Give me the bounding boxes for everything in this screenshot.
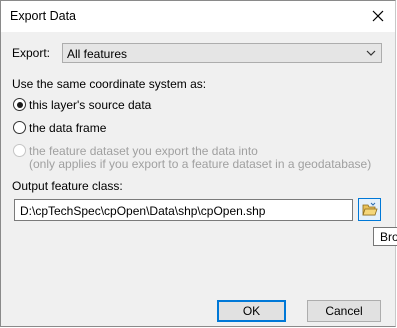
close-icon [372, 10, 384, 22]
chevron-down-icon [366, 50, 376, 56]
cancel-button[interactable]: Cancel [307, 300, 381, 322]
radio-data-frame[interactable] [13, 121, 26, 134]
radio-source-data-label[interactable]: this layer's source data [29, 98, 151, 112]
radio-feature-dataset-note: (only applies if you export to a feature… [29, 157, 372, 171]
coordinate-system-label: Use the same coordinate system as: [12, 77, 207, 91]
close-button[interactable] [361, 1, 395, 32]
open-folder-icon [362, 202, 378, 216]
export-data-dialog: Export Data Export: All features Use the… [0, 0, 396, 327]
output-feature-class-label: Output feature class: [12, 179, 123, 193]
browse-tooltip: Bro [373, 227, 397, 246]
title-bar[interactable]: Export Data [1, 1, 395, 32]
browse-tooltip-text: Bro [380, 230, 397, 244]
browse-button[interactable] [358, 198, 381, 221]
radio-data-frame-label[interactable]: the data frame [29, 121, 106, 135]
ok-button[interactable]: OK [217, 300, 286, 322]
output-path-value: D:\cpTechSpec\cpOpen\Data\shp\cpOpen.shp [20, 204, 266, 218]
radio-source-data[interactable] [13, 98, 26, 111]
export-label: Export: [12, 46, 51, 60]
radio-feature-dataset-label: the feature dataset you export the data … [29, 144, 258, 158]
radio-feature-dataset [13, 144, 26, 157]
window-title: Export Data [10, 9, 77, 23]
export-selected-value: All features [67, 47, 128, 61]
export-dropdown[interactable]: All features [62, 43, 382, 63]
output-path-input[interactable]: D:\cpTechSpec\cpOpen\Data\shp\cpOpen.shp [14, 199, 353, 221]
